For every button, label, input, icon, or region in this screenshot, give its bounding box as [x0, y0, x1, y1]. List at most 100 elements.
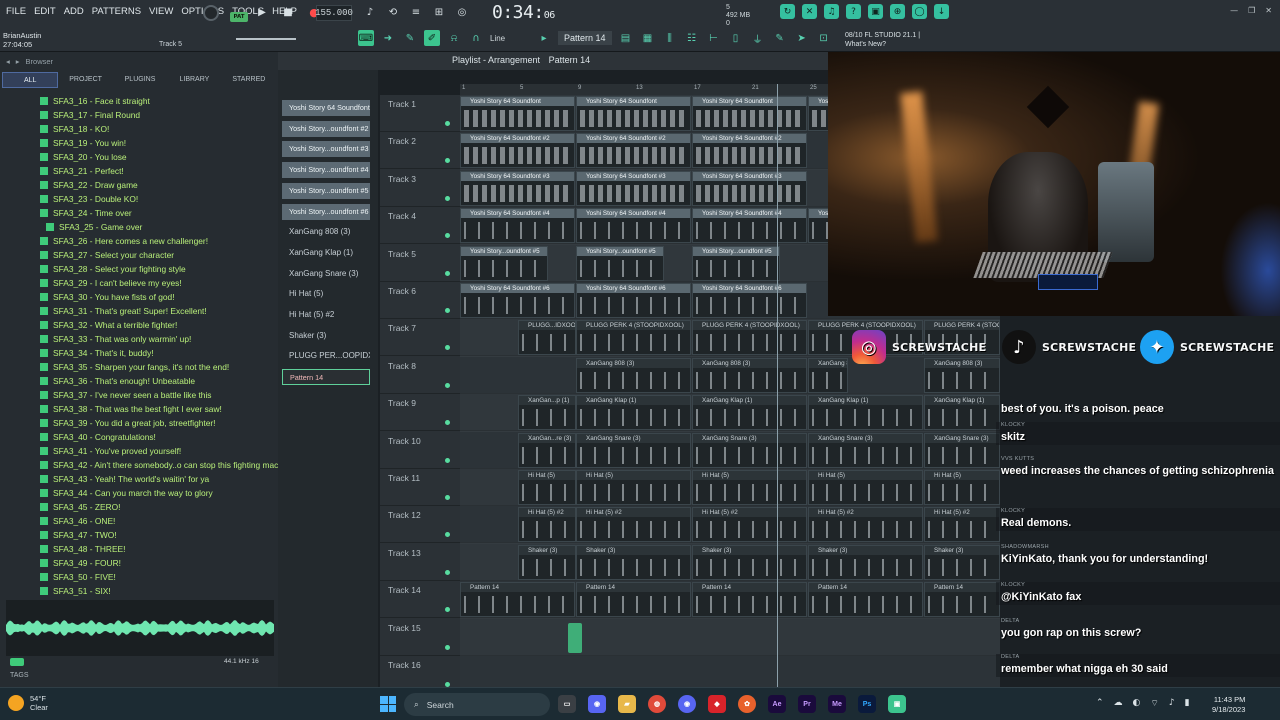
menu-edit[interactable]: EDIT: [32, 6, 58, 17]
pattern-clip[interactable]: PLUGG PERK 4 (STOOPIDXOOL): [692, 320, 807, 356]
track-mute-icon[interactable]: [445, 158, 450, 164]
bell-icon[interactable]: ⍾: [446, 30, 462, 46]
menu-file[interactable]: FILE: [4, 6, 28, 17]
snap-label[interactable]: Line: [490, 34, 530, 43]
pattern-clip[interactable]: Hi Hat (5): [808, 470, 923, 505]
browser-item[interactable]: SFA3_34 - That's it, buddy!: [0, 346, 278, 360]
chrome-icon[interactable]: ◍: [648, 695, 666, 713]
pattern-list-item[interactable]: Yoshi Story...oundfont #5: [282, 182, 370, 199]
pattern-list-item[interactable]: Pattern 14: [282, 369, 370, 386]
pattern-list-item[interactable]: XanGang Snare (3): [282, 266, 370, 282]
pattern-clip[interactable]: Yoshi Story 64 Soundfont #6: [576, 283, 691, 318]
track-lane[interactable]: Hi Hat (5) #2 Hi Hat (5) #2 Hi Hat (5) #2 H…: [460, 506, 1000, 544]
pattern-list-item[interactable]: XanGang Klap (1): [282, 245, 370, 261]
browser-item[interactable]: SFA3_26 - Here comes a new challenger!: [0, 234, 278, 248]
fl-studio-icon[interactable]: ✿: [738, 695, 756, 713]
browser-item[interactable]: SFA3_37 - I've never seen a battle like …: [0, 388, 278, 402]
pencil-icon[interactable]: ✎: [402, 30, 418, 46]
media-encoder-icon[interactable]: Me: [828, 695, 846, 713]
discord-icon[interactable]: ◉: [588, 695, 606, 713]
track-mute-icon[interactable]: [445, 457, 450, 463]
browser-item[interactable]: SFA3_35 - Sharpen your fangs, it's not t…: [0, 360, 278, 374]
magnet-icon[interactable]: ∩: [468, 30, 484, 46]
cursor-icon[interactable]: ➤: [794, 30, 810, 46]
tray-chevron-icon[interactable]: ⌃: [1096, 698, 1104, 709]
pattern-list-item[interactable]: Yoshi Story...oundfont #3: [282, 141, 370, 158]
after-effects-icon[interactable]: Ae: [768, 695, 786, 713]
track-lane[interactable]: [460, 656, 1000, 687]
browser-item[interactable]: SFA3_19 - You win!: [0, 136, 278, 150]
pattern-clip[interactable]: XanGan...p (1): [518, 395, 576, 431]
track-header[interactable]: Track 1: [380, 95, 460, 132]
channel-rack-icon[interactable]: ▤: [618, 30, 634, 46]
volume-icon[interactable]: ♪: [1169, 698, 1175, 709]
tray-network-icon[interactable]: ☁: [1114, 698, 1123, 709]
pattern-clip[interactable]: Hi Hat (5): [576, 470, 691, 505]
main-pitch-slider[interactable]: [236, 38, 296, 40]
photoshop-icon[interactable]: Ps: [858, 695, 876, 713]
track-header[interactable]: Track 13: [380, 544, 460, 581]
track-lane[interactable]: Hi Hat (5) Hi Hat (5) Hi Hat (5) Hi Hat (5)…: [460, 469, 1000, 506]
playhead[interactable]: [777, 84, 778, 687]
track-lane[interactable]: Shaker (3) Shaker (3) Shaker (3) Shaker (3)…: [460, 543, 1000, 581]
tags-label[interactable]: TAGS: [10, 672, 29, 679]
pattern-clip[interactable]: XanGang 808 (3): [576, 357, 691, 393]
tab-library[interactable]: LIBRARY: [167, 72, 221, 88]
pattern-clip[interactable]: Pattern 14: [924, 582, 1000, 618]
pattern-clip[interactable]: Hi Hat (5) #2: [924, 507, 1000, 543]
sample-waveform[interactable]: [6, 600, 274, 656]
pattern-clip[interactable]: Shaker (3): [518, 544, 576, 580]
system-clock[interactable]: 11:43 PM 9/18/2023: [1212, 695, 1245, 715]
menu-patterns[interactable]: PATTERNS: [90, 6, 143, 17]
browser-item[interactable]: SFA3_48 - THREE!: [0, 542, 278, 556]
pattern-clip[interactable]: Hi Hat (5): [924, 470, 1000, 505]
wifi-icon[interactable]: ⌔: [1150, 698, 1158, 709]
refresh-icon[interactable]: ↻: [780, 4, 795, 19]
pattern-clip[interactable]: XanGang Klap (1): [576, 395, 691, 431]
pattern-clip[interactable]: Yoshi Story 64 Soundfont #4: [460, 208, 575, 244]
pattern-clip[interactable]: Hi Hat (5) #2: [692, 507, 807, 543]
blend-notes-icon[interactable]: ⊞: [431, 4, 447, 20]
browser-item[interactable]: SFA3_49 - FOUR!: [0, 556, 278, 570]
pattern-clip[interactable]: PLUGG...IDXOOL): [518, 320, 576, 356]
browser-item[interactable]: SFA3_21 - Perfect!: [0, 164, 278, 178]
pattern-clip[interactable]: Shaker (3): [692, 544, 807, 580]
taskbar-search[interactable]: ⌕ Search: [404, 693, 550, 716]
track-lane[interactable]: [460, 618, 1000, 656]
pattern-clip[interactable]: XanGang Klap (1): [924, 395, 1000, 431]
pattern-clip[interactable]: Yoshi Story 64 Soundfont #3: [692, 170, 807, 206]
pattern-clip[interactable]: Hi Hat (5) #2: [576, 507, 691, 543]
browser-item[interactable]: SFA3_31 - That's great! Super! Excellent…: [0, 304, 278, 318]
track-mute-icon[interactable]: [445, 195, 450, 201]
browser-item[interactable]: SFA3_47 - TWO!: [0, 528, 278, 542]
folder-icon[interactable]: ▰: [618, 695, 636, 713]
track-mute-icon[interactable]: [445, 270, 450, 276]
browser-item[interactable]: SFA3_50 - FIVE!: [0, 570, 278, 584]
typing-keyboard-icon[interactable]: ⌨: [358, 30, 374, 46]
browser-item[interactable]: SFA3_42 - Ain't there somebody..o can st…: [0, 458, 294, 472]
pattern-clip[interactable]: Shaker (3): [576, 544, 691, 580]
pattern-clip[interactable]: Shaker (3): [924, 544, 1000, 580]
premiere-icon[interactable]: Pr: [798, 695, 816, 713]
pattern-song-toggle[interactable]: PAT: [230, 12, 248, 22]
chat-icon[interactable]: ◯: [912, 4, 927, 19]
track-header[interactable]: Track 14: [380, 581, 460, 619]
edit-icon[interactable]: ✎: [772, 30, 788, 46]
close-window-icon[interactable]: ✕: [1265, 6, 1272, 15]
browser-item[interactable]: SFA3_43 - Yeah! The world's waitin' for …: [0, 472, 278, 486]
pattern-list-item[interactable]: XanGang 808 (3): [282, 224, 370, 240]
weather-widget[interactable]: 54°F Clear: [8, 694, 48, 712]
browser-item[interactable]: SFA3_30 - You have fists of god!: [0, 290, 278, 304]
track-header[interactable]: Track 2: [380, 132, 460, 170]
tempo-display[interactable]: 155.000: [315, 5, 353, 21]
track-mute-icon[interactable]: [445, 382, 450, 388]
arrow-right-icon[interactable]: ➜: [380, 30, 396, 46]
browser-back-icon[interactable]: ◂: [6, 57, 10, 66]
browser-item[interactable]: SFA3_33 - That was only warmin' up!: [0, 332, 278, 346]
track-mute-icon[interactable]: [445, 233, 450, 239]
tools-icon[interactable]: ✕: [802, 4, 817, 19]
track-mute-icon[interactable]: [445, 345, 450, 351]
pattern-list-item[interactable]: Yoshi Story...oundfont #4: [282, 162, 370, 179]
track-header[interactable]: Track 9: [380, 394, 460, 432]
audio-clip[interactable]: [568, 622, 582, 653]
